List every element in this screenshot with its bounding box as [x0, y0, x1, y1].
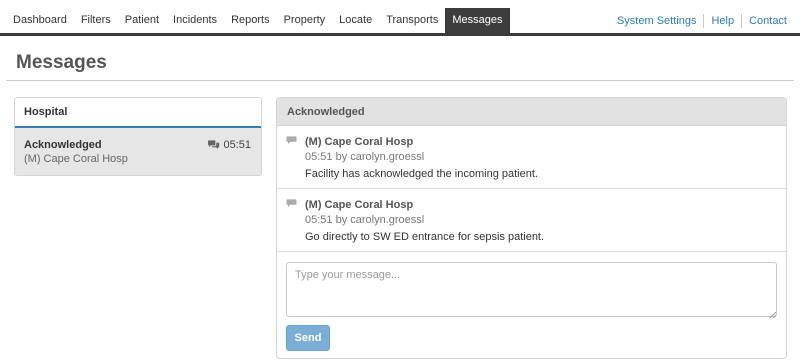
message-meta: 05:51 by carolyn.groessl — [305, 151, 425, 163]
system-settings-link[interactable]: System Settings — [610, 14, 703, 28]
nav-messages[interactable]: Messages — [445, 8, 510, 33]
nav-reports[interactable]: Reports — [224, 8, 277, 33]
main-nav: Dashboard Filters Patient Incidents Repo… — [6, 8, 510, 33]
nav-patient[interactable]: Patient — [118, 8, 166, 33]
comment-icon — [286, 199, 297, 211]
nav-property[interactable]: Property — [277, 8, 333, 33]
hospital-list-item[interactable]: Acknowledged (M) Cape Coral Hosp 05:51 — [15, 128, 261, 175]
utility-nav: System Settings Help Contact — [610, 8, 794, 33]
nav-transports[interactable]: Transports — [379, 8, 445, 33]
hospital-item-status: Acknowledged — [24, 139, 102, 151]
hospital-item-time-text: 05:51 — [223, 139, 251, 151]
hospital-panel-header: Hospital — [15, 98, 261, 128]
message-input[interactable] — [286, 262, 777, 317]
message-sender: (M) Cape Coral Hosp — [305, 136, 414, 148]
resize-handle-icon[interactable] — [769, 309, 777, 319]
contact-link[interactable]: Contact — [742, 14, 794, 28]
title-divider — [6, 80, 794, 81]
message-body: Facility has acknowledged the incoming p… — [305, 168, 538, 180]
message-sender: (M) Cape Coral Hosp — [305, 199, 414, 211]
nav-filters[interactable]: Filters — [74, 8, 118, 33]
message-meta: 05:51 by carolyn.groessl — [305, 214, 425, 226]
hospital-panel: Hospital Acknowledged (M) Cape Coral Hos… — [14, 97, 262, 176]
message-item: (M) Cape Coral Hosp 05:51 by carolyn.gro… — [277, 189, 786, 252]
message-body: Go directly to SW ED entrance for sepsis… — [305, 231, 545, 243]
nav-incidents[interactable]: Incidents — [166, 8, 224, 33]
conversation-header: Acknowledged — [277, 98, 786, 126]
comment-icon — [286, 136, 297, 148]
nav-dashboard[interactable]: Dashboard — [6, 8, 74, 33]
top-nav-bar: Dashboard Filters Patient Incidents Repo… — [0, 0, 800, 36]
hospital-item-time: 05:51 — [207, 139, 251, 151]
comments-icon — [207, 140, 220, 150]
hospital-item-name: (M) Cape Coral Hosp — [24, 153, 128, 165]
send-button[interactable]: Send — [286, 325, 330, 351]
conversation-panel: Acknowledged (M) Cape Coral Hosp 05:51 b… — [276, 97, 787, 359]
page-title: Messages — [16, 52, 107, 73]
nav-locate[interactable]: Locate — [332, 8, 379, 33]
help-link[interactable]: Help — [704, 14, 741, 28]
message-item: (M) Cape Coral Hosp 05:51 by carolyn.gro… — [277, 126, 786, 189]
